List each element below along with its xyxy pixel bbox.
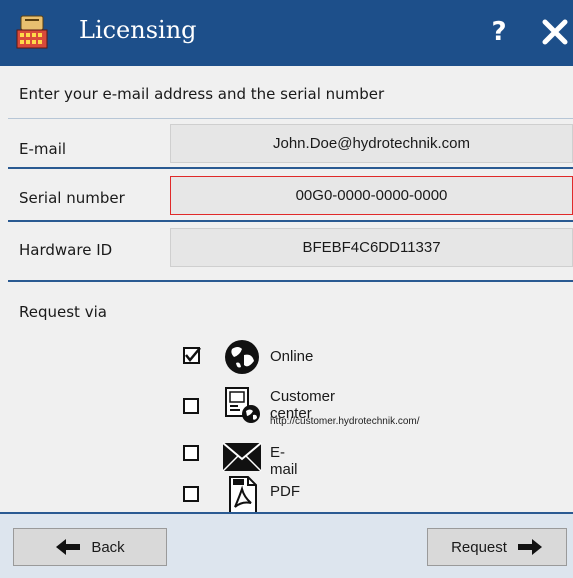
- envelope-icon: [222, 442, 262, 472]
- licensing-window: Licensing ? Enter your e-mail address an…: [0, 0, 573, 578]
- back-button-label: Back: [91, 538, 125, 556]
- hardware-id-field[interactable]: BFEBF4C6DD11337: [170, 228, 573, 267]
- online-checkbox[interactable]: [183, 347, 201, 364]
- footer-bar: Back Request: [0, 512, 573, 578]
- email-field[interactable]: John.Doe@hydrotechnik.com: [170, 124, 573, 163]
- request-via-label: Request via: [19, 303, 107, 321]
- serial-label: Serial number: [19, 189, 125, 207]
- customer-center-checkbox[interactable]: [183, 398, 199, 414]
- arrow-right-icon: [517, 539, 542, 555]
- globe-icon: [225, 340, 259, 374]
- email-option-label: E-mail: [270, 444, 298, 478]
- email-label: E-mail: [19, 140, 67, 158]
- hardware-id-label: Hardware ID: [19, 241, 113, 259]
- online-label: Online: [270, 348, 314, 365]
- pdf-checkbox[interactable]: [183, 486, 199, 502]
- checkbox-checked-icon: [183, 347, 201, 364]
- intro-text: Enter your e-mail address and the serial…: [19, 85, 385, 103]
- divider: [8, 220, 573, 222]
- arrow-left-icon: [56, 539, 81, 555]
- back-button[interactable]: Back: [13, 528, 167, 566]
- window-title: Licensing: [79, 16, 197, 44]
- help-button[interactable]: ?: [481, 12, 517, 52]
- divider: [8, 118, 573, 119]
- customer-center-url[interactable]: http://customer.hydrotechnik.com/: [270, 416, 420, 427]
- customer-center-icon: [225, 387, 260, 423]
- divider: [8, 280, 573, 282]
- serial-number-field[interactable]: 00G0-0000-0000-0000: [170, 176, 573, 215]
- email-checkbox[interactable]: [183, 445, 199, 461]
- pdf-icon: [229, 476, 257, 514]
- title-bar: Licensing ?: [0, 0, 573, 66]
- pdf-label: PDF: [270, 483, 300, 500]
- close-icon[interactable]: [539, 16, 571, 48]
- license-icon: [16, 15, 48, 49]
- request-button-label: Request: [451, 538, 507, 556]
- request-button[interactable]: Request: [427, 528, 567, 566]
- divider: [8, 167, 573, 169]
